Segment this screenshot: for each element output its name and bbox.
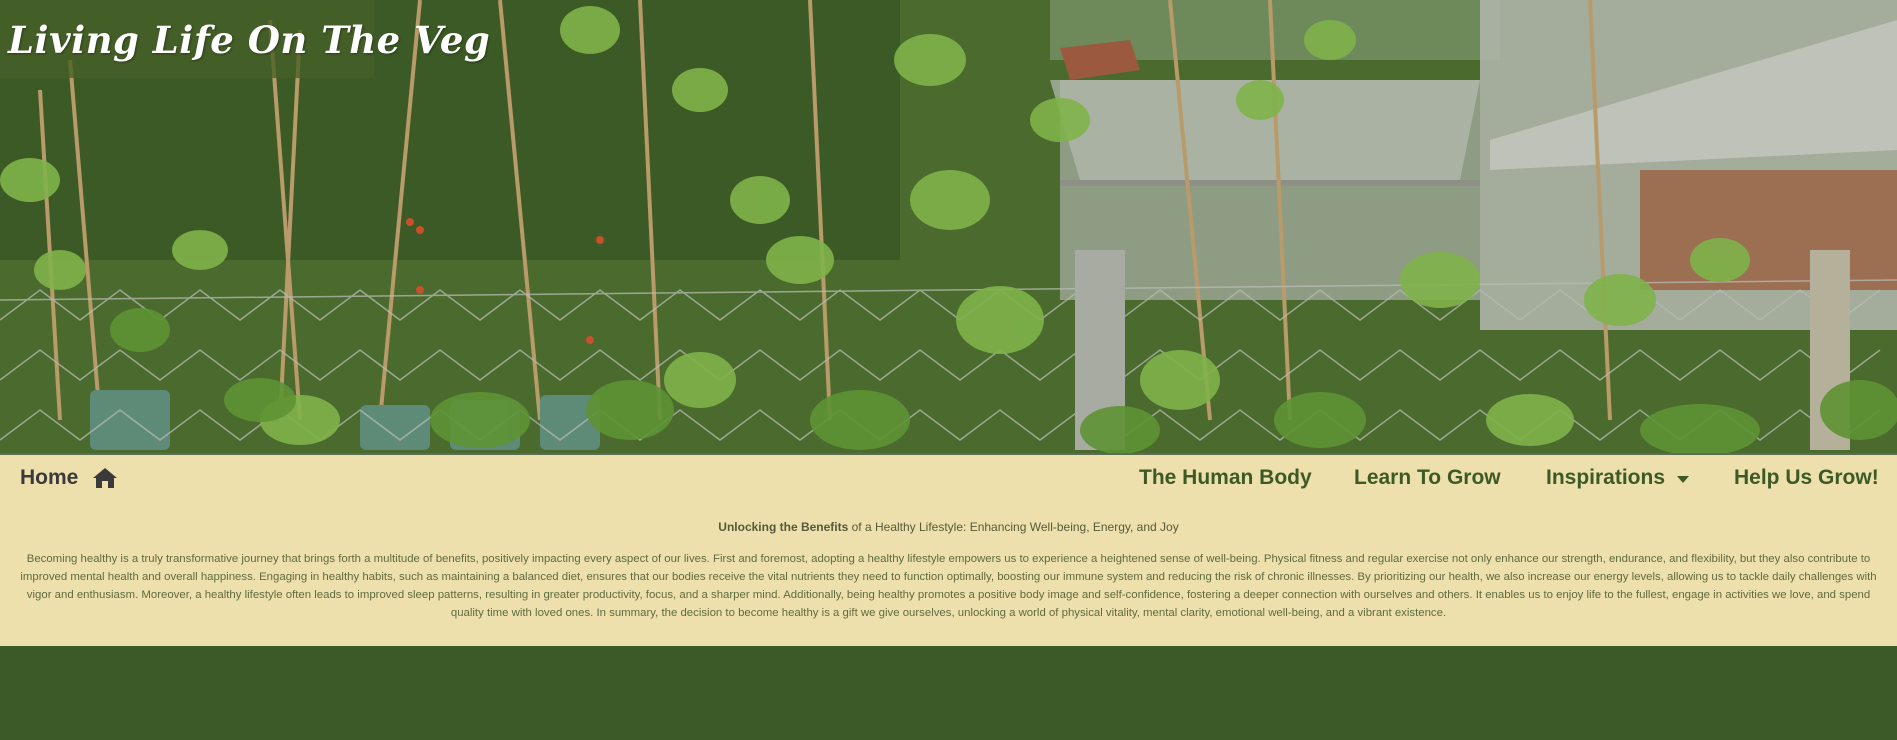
nav-home-label: Home (20, 466, 79, 489)
nav-item-learn-to-grow[interactable]: Learn To Grow (1354, 455, 1501, 501)
caret-down-icon (1677, 475, 1690, 483)
intro-paragraph: Becoming healthy is a truly transformati… (20, 553, 1877, 619)
nav-item-label: Inspirations (1546, 466, 1666, 489)
page-footer (0, 646, 1897, 740)
intro-section: Unlocking the Benefits of a Healthy Life… (0, 501, 1897, 646)
site-title: Living Life On The Veg (8, 18, 491, 62)
hero-banner: Living Life On The Veg (0, 0, 1897, 455)
nav-home-link[interactable]: Home (20, 455, 118, 501)
nav-item-label: Help Us Grow! (1734, 466, 1879, 489)
nav-item-the-human-body[interactable]: The Human Body (1139, 455, 1312, 501)
intro-heading-rest: of a Healthy Lifestyle: Enhancing Well-b… (848, 520, 1179, 534)
intro-heading-bold: Unlocking the Benefits (718, 520, 849, 534)
nav-item-label: Learn To Grow (1354, 466, 1501, 489)
nav-item-help-us-grow[interactable]: Help Us Grow! (1734, 455, 1879, 501)
nav-item-inspirations-dropdown[interactable]: Inspirations (1546, 455, 1690, 501)
house-icon (92, 467, 118, 489)
nav-item-label: The Human Body (1139, 466, 1312, 489)
main-navbar: Home The Human Body Learn To Grow Inspir… (0, 455, 1897, 501)
site-logo[interactable]: Living Life On The Veg (0, 0, 490, 78)
intro-heading: Unlocking the Benefits of a Healthy Life… (0, 520, 1897, 534)
